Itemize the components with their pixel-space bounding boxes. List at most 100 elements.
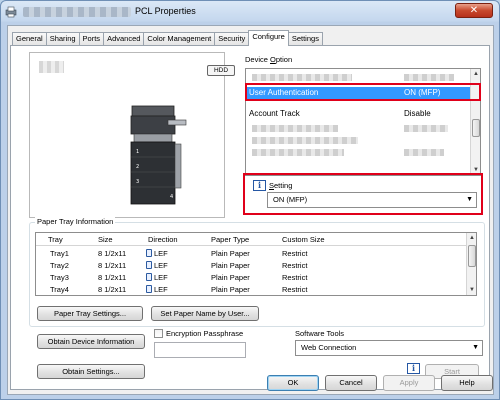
device-option-name: Account Track — [249, 109, 300, 118]
direction-cell: LEF — [146, 260, 168, 272]
help-button[interactable]: Help — [441, 375, 493, 391]
tab-sharing[interactable]: Sharing — [45, 32, 80, 46]
redacted-model-name — [39, 61, 64, 73]
paper-tray-scrollbar[interactable]: ▲ ▼ — [466, 233, 476, 295]
set-paper-name-by-user-button[interactable]: Set Paper Name by User... — [151, 306, 259, 321]
tray-number-4: 4 — [170, 194, 173, 200]
lef-orientation-icon — [146, 249, 152, 257]
setting-dropdown-value: ON (MFP) — [273, 195, 308, 204]
tab-configure[interactable]: Configure — [248, 30, 289, 46]
paper-type-cell: Plain Paper — [211, 273, 250, 282]
size-cell: 8 1/2x11 — [98, 285, 127, 294]
device-option-row-account-track[interactable]: Account Track Disable — [249, 109, 473, 121]
custom-size-cell: Restrict — [282, 285, 308, 294]
direction-text: LEF — [154, 261, 168, 270]
tab-general[interactable]: General — [12, 32, 47, 46]
redacted-option-value — [404, 149, 444, 156]
tray-number-2: 2 — [136, 164, 139, 170]
setting-mnemonic: S — [269, 181, 275, 190]
column-header-tray[interactable]: Tray — [48, 235, 63, 244]
column-header-custom-size[interactable]: Custom Size — [282, 235, 325, 244]
printer-app-icon — [5, 6, 17, 18]
obtain-device-information-button[interactable]: Obtain Device Information — [37, 334, 145, 349]
direction-cell: LEF — [146, 248, 168, 260]
hdd-badge: HDD — [207, 65, 235, 76]
tray-cell: Tray3 — [50, 273, 69, 282]
redacted-option — [252, 137, 358, 144]
custom-size-cell: Restrict — [282, 261, 308, 270]
configure-tab-panel: HDD 1 2 3 4 Device Option User Authentic… — [10, 45, 490, 390]
obtain-settings-button[interactable]: Obtain Settings... — [37, 364, 145, 379]
device-option-value: Disable — [404, 109, 431, 118]
direction-text: LEF — [154, 285, 168, 294]
table-row[interactable]: Tray4 8 1/2x11 LEF Plain Paper Restrict — [36, 284, 456, 295]
direction-text: LEF — [154, 249, 168, 258]
dialog-client-area: General Sharing Ports Advanced Color Man… — [7, 25, 494, 395]
printer-preview: HDD 1 2 3 4 — [29, 52, 235, 218]
highlight-user-authentication — [245, 83, 481, 101]
paper-type-cell: Plain Paper — [211, 261, 250, 270]
tab-color-management[interactable]: Color Management — [143, 32, 216, 46]
tab-security[interactable]: Security — [214, 32, 250, 46]
column-header-size[interactable]: Size — [98, 235, 113, 244]
size-cell: 8 1/2x11 — [98, 261, 127, 270]
scroll-up-arrow-icon[interactable]: ▲ — [472, 70, 480, 78]
properties-window: PCL Properties ✕ General Sharing Ports A… — [0, 0, 500, 400]
ok-button[interactable]: OK — [267, 375, 319, 391]
apply-button[interactable]: Apply — [383, 375, 435, 391]
close-button[interactable]: ✕ — [455, 3, 493, 18]
column-header-direction[interactable]: Direction — [148, 235, 178, 244]
printer-illustration-icon: 1 2 3 4 — [130, 105, 187, 205]
device-option-mnemonic: O — [270, 55, 276, 64]
paper-type-cell: Plain Paper — [211, 285, 250, 294]
scroll-down-arrow-icon[interactable]: ▼ — [468, 286, 476, 294]
lef-orientation-icon — [146, 261, 152, 269]
software-tools-label: Software Tools — [295, 329, 345, 338]
tab-settings[interactable]: Settings — [287, 32, 323, 46]
chevron-down-icon: ▼ — [472, 344, 479, 351]
scroll-thumb[interactable] — [468, 245, 476, 267]
software-tools-dropdown[interactable]: Web Connection ▼ — [295, 340, 483, 356]
paper-type-cell: Plain Paper — [211, 249, 250, 258]
title-bar[interactable]: PCL Properties ✕ — [1, 1, 499, 23]
scroll-up-arrow-icon[interactable]: ▲ — [468, 234, 476, 242]
tray-cell: Tray2 — [50, 261, 69, 270]
tray-cell: Tray4 — [50, 285, 69, 294]
encryption-passphrase-label: Encryption Passphrase — [166, 329, 244, 338]
redacted-printer-name — [23, 7, 131, 17]
redacted-option — [252, 149, 344, 156]
cancel-button[interactable]: Cancel — [325, 375, 377, 391]
table-row[interactable]: Tray3 8 1/2x11 LEF Plain Paper Restrict — [36, 272, 456, 284]
paper-tray-table[interactable]: Tray Size Direction Paper Type Custom Si… — [35, 232, 477, 296]
redacted-option — [252, 125, 338, 132]
paper-tray-table-header: Tray Size Direction Paper Type Custom Si… — [36, 233, 468, 246]
tray-number-1: 1 — [136, 149, 139, 155]
size-cell: 8 1/2x11 — [98, 249, 127, 258]
table-row[interactable]: Tray2 8 1/2x11 LEF Plain Paper Restrict — [36, 260, 456, 272]
custom-size-cell: Restrict — [282, 249, 308, 258]
device-option-label: Device Option — [245, 55, 293, 64]
setting-dropdown[interactable]: ON (MFP) ▼ — [267, 192, 477, 208]
software-tools-value: Web Connection — [301, 343, 357, 352]
column-header-paper-type[interactable]: Paper Type — [211, 235, 249, 244]
redacted-option-value — [404, 74, 454, 81]
tab-ports[interactable]: Ports — [78, 32, 105, 46]
custom-size-cell: Restrict — [282, 273, 308, 282]
tab-advanced[interactable]: Advanced — [103, 32, 145, 46]
encryption-passphrase-checkbox[interactable] — [154, 329, 163, 338]
chevron-down-icon: ▼ — [466, 196, 473, 203]
lef-orientation-icon — [146, 285, 152, 293]
size-cell: 8 1/2x11 — [98, 273, 127, 282]
redacted-option-value — [404, 125, 448, 132]
paper-tray-settings-button[interactable]: Paper Tray Settings... — [37, 306, 143, 321]
info-icon: i — [407, 363, 420, 374]
direction-text: LEF — [154, 273, 168, 282]
tray-cell: Tray1 — [50, 249, 69, 258]
setting-label: Setting — [269, 181, 293, 190]
scroll-thumb[interactable] — [472, 119, 480, 137]
direction-cell: LEF — [146, 272, 168, 284]
paper-tray-group-title: Paper Tray Information — [35, 217, 116, 226]
redacted-option — [252, 74, 352, 81]
table-row[interactable]: Tray1 8 1/2x11 LEF Plain Paper Restrict — [36, 248, 456, 260]
encryption-passphrase-input[interactable] — [154, 342, 246, 358]
